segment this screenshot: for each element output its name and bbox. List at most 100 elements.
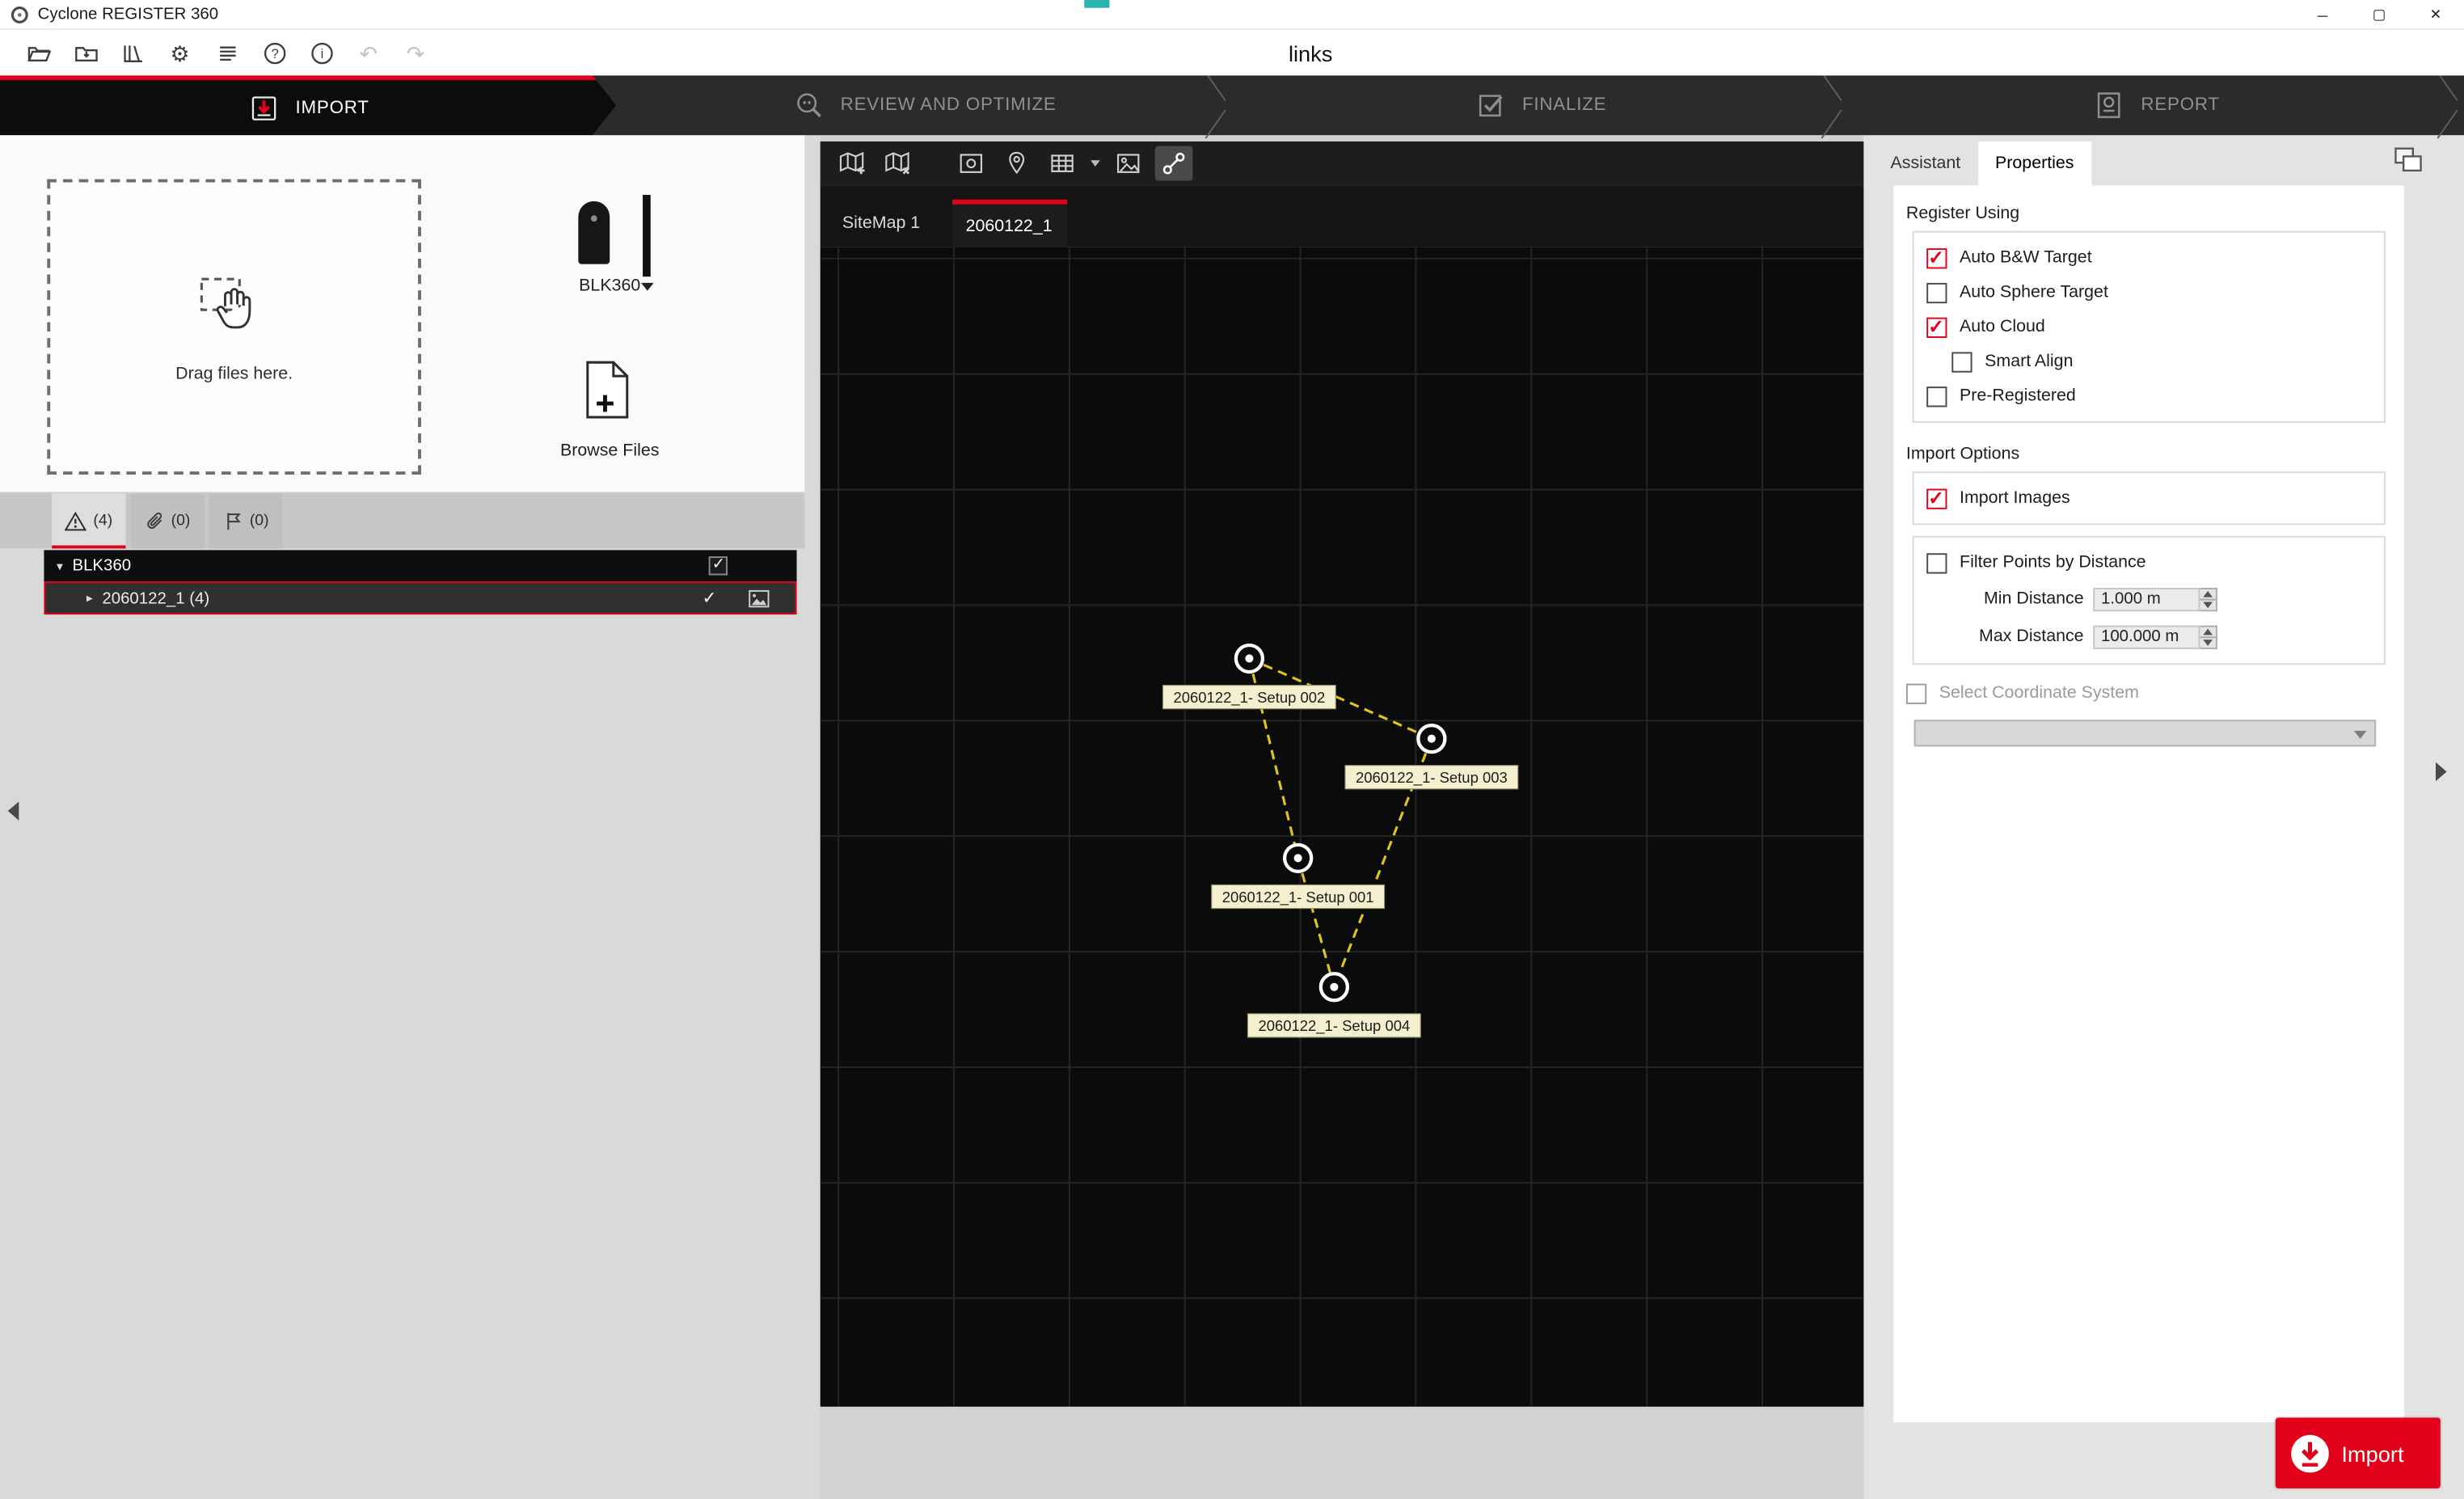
min-distance-field[interactable]: 1.000 m <box>2093 587 2200 610</box>
redo-icon[interactable]: ↷ <box>403 40 429 66</box>
min-distance-row: Min Distance 1.000 m <box>1926 580 2371 618</box>
properties-panel: Assistant Properties Register Using Auto… <box>1863 135 2464 1499</box>
blk360-device-icon[interactable] <box>578 201 610 264</box>
blk360-label: BLK360 <box>523 277 696 295</box>
main-toolbar: ⚙ ? i ↶ ↷ links <box>0 30 2464 75</box>
option-auto-sphere-target[interactable]: Auto Sphere Target <box>1926 275 2371 310</box>
show-images-button[interactable] <box>1109 146 1147 181</box>
remove-sitemap-button[interactable] <box>879 146 917 181</box>
browse-files-label[interactable]: Browse Files <box>523 441 696 460</box>
max-distance-spinner[interactable] <box>2200 625 2217 648</box>
maximize-button[interactable]: ▢ <box>2351 0 2407 30</box>
tree-root-label: BLK360 <box>72 556 131 575</box>
tab-warnings[interactable]: (4) <box>52 493 125 548</box>
sitemap-toolbar <box>821 141 1864 185</box>
option-auto-bw-target[interactable]: Auto B&W Target <box>1926 240 2371 275</box>
tab-properties[interactable]: Properties <box>1978 141 2091 185</box>
drag-hand-icon <box>198 271 270 343</box>
checkbox-filter-points[interactable] <box>1926 552 1947 572</box>
chevron-down-icon <box>2354 731 2367 739</box>
option-filter-points[interactable]: Filter Points by Distance <box>1926 546 2371 581</box>
workflow-tab-import[interactable]: IMPORT <box>0 75 616 135</box>
help-icon[interactable]: ? <box>261 40 288 66</box>
setup-node[interactable]: 2060122_1- Setup 001 <box>1212 845 1385 909</box>
option-auto-cloud[interactable]: Auto Cloud <box>1926 310 2371 344</box>
tab-attachments[interactable]: (0) <box>130 493 204 548</box>
library-icon[interactable] <box>120 40 146 66</box>
undo-icon[interactable]: ↶ <box>355 40 382 66</box>
document-tab-bar: SiteMap 1 2060122_1 <box>821 185 1864 247</box>
option-smart-align[interactable]: Smart Align <box>1926 344 2371 379</box>
info-icon[interactable]: i <box>308 40 335 66</box>
filter-points-group: Filter Points by Distance Min Distance 1… <box>1913 536 2386 665</box>
tree-row-selected[interactable]: ▸ 2060122_1 (4) ✓ <box>44 581 796 614</box>
sitemap-svg: 2060122_1- Setup 002 2060122_1- Setup 003… <box>821 247 1864 1407</box>
paperclip-icon <box>145 511 165 531</box>
chevron-separator <box>2436 75 2454 135</box>
dropzone[interactable]: Drag files here. <box>47 179 421 475</box>
option-select-coordinate-system[interactable]: Select Coordinate System <box>1906 676 2386 711</box>
workflow-tab-label: FINALIZE <box>1522 96 1606 115</box>
setup-link-line <box>1298 858 1335 986</box>
workflow-tab-label: IMPORT <box>296 98 369 116</box>
close-button[interactable]: ✕ <box>2407 0 2464 30</box>
tab-2060122-1[interactable]: 2060122_1 <box>951 200 1066 247</box>
titlebar: Cyclone REGISTER 360 ─ ▢ ✕ <box>0 0 2464 30</box>
browse-files-icon[interactable] <box>583 358 631 421</box>
coordinate-system-select[interactable] <box>1914 720 2377 746</box>
tab-assistant[interactable]: Assistant <box>1873 141 1978 185</box>
svg-text:2060122_1- Setup 001: 2060122_1- Setup 001 <box>1222 889 1374 906</box>
workflow-tab-finalize[interactable]: FINALIZE <box>1232 75 1848 135</box>
minimize-button[interactable]: ─ <box>2294 0 2351 30</box>
import-project-icon[interactable] <box>72 40 99 66</box>
blk360-slider[interactable] <box>643 195 651 277</box>
setup-node[interactable]: 2060122_1- Setup 002 <box>1162 645 1335 709</box>
show-links-button[interactable] <box>1155 146 1193 181</box>
log-list-icon[interactable] <box>213 40 240 66</box>
tree-root-row[interactable]: ▾ BLK360 <box>44 550 796 581</box>
grid-options-button[interactable] <box>1044 146 1082 181</box>
setup-node[interactable]: 2060122_1- Setup 003 <box>1345 725 1518 789</box>
check-mark: ✓ <box>702 588 716 608</box>
add-sitemap-button[interactable] <box>833 146 871 181</box>
caret-right-icon[interactable]: ▸ <box>86 591 93 605</box>
caret-down-icon[interactable]: ▾ <box>57 559 63 572</box>
checkbox-select-coordinate-system[interactable] <box>1906 683 1926 703</box>
tab-sitemap-1[interactable]: SiteMap 1 <box>828 200 934 247</box>
collapse-left-panel-handle[interactable] <box>8 801 19 820</box>
settings-gear-icon[interactable]: ⚙ <box>167 40 193 66</box>
workflow-tab-report[interactable]: REPORT <box>1848 75 2464 135</box>
right-tab-strip: Assistant Properties <box>1873 141 2091 185</box>
open-folder-icon[interactable] <box>25 40 52 66</box>
grid-options-caret[interactable] <box>1089 146 1102 181</box>
collapse-right-panel-handle[interactable] <box>2436 762 2447 781</box>
tab-flags[interactable]: (0) <box>209 493 283 548</box>
workflow-tab-review[interactable]: REVIEW AND OPTIMIZE <box>616 75 1232 135</box>
checkbox-import-images[interactable] <box>1926 488 1947 509</box>
sitemap-canvas[interactable]: 2060122_1- Setup 002 2060122_1- Setup 003… <box>821 247 1864 1407</box>
import-icon <box>247 91 281 125</box>
option-pre-registered[interactable]: Pre-Registered <box>1926 378 2371 413</box>
max-distance-row: Max Distance 100.000 m <box>1926 618 2371 656</box>
view-targets-button[interactable] <box>952 146 990 181</box>
svg-text:2060122_1- Setup 002: 2060122_1- Setup 002 <box>1173 689 1325 707</box>
setup-node[interactable]: 2060122_1- Setup 004 <box>1247 973 1420 1037</box>
max-distance-label: Max Distance <box>1951 627 2083 646</box>
checkbox-pre-registered[interactable] <box>1926 386 1947 406</box>
checkbox-smart-align[interactable] <box>1951 351 1972 371</box>
report-icon <box>2092 88 2127 123</box>
add-location-pin-button[interactable] <box>998 146 1036 181</box>
checkbox-auto-bw-target[interactable] <box>1926 247 1947 268</box>
checkbox-auto-cloud[interactable] <box>1926 317 1947 337</box>
max-distance-field[interactable]: 100.000 m <box>2093 625 2200 648</box>
image-thumbnail-icon[interactable] <box>748 589 770 607</box>
min-distance-spinner[interactable] <box>2200 587 2217 610</box>
tree-root-checkbox[interactable] <box>709 556 728 575</box>
checkbox-auto-sphere-target[interactable] <box>1926 282 1947 302</box>
warning-triangle-icon <box>65 511 86 531</box>
app-logo-icon <box>10 4 30 24</box>
layout-panels-icon[interactable] <box>2392 145 2424 173</box>
import-button[interactable]: Import <box>2276 1417 2441 1488</box>
register-using-title: Register Using <box>1906 205 2386 223</box>
option-import-images[interactable]: Import Images <box>1926 481 2371 516</box>
